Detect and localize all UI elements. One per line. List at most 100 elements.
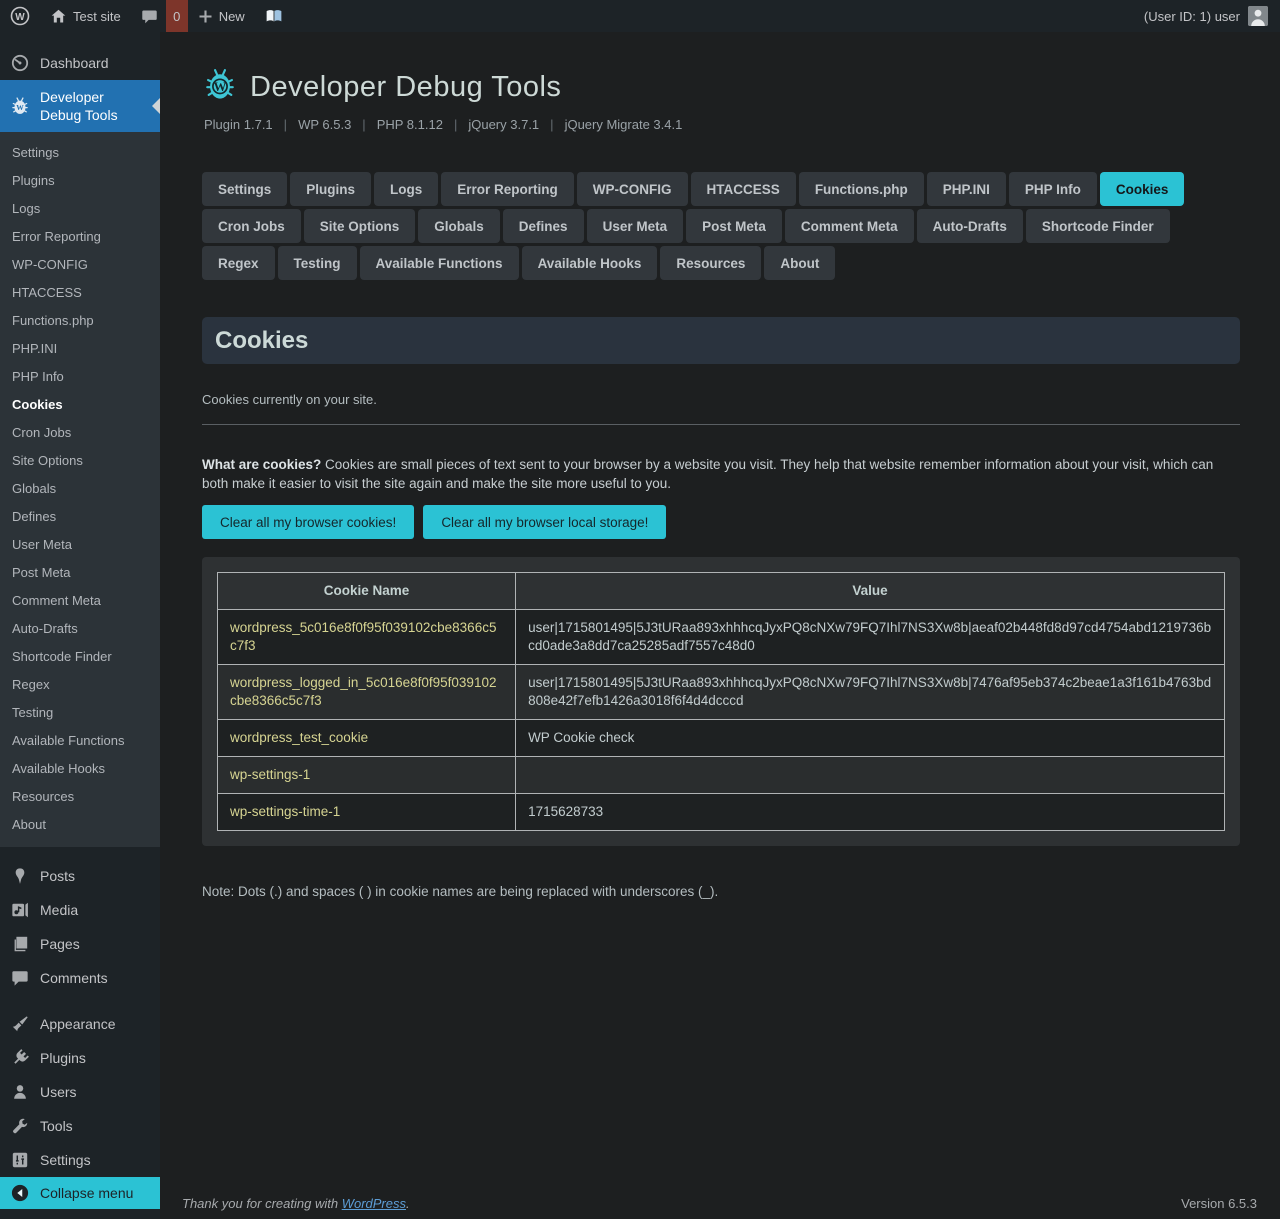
sidebar-item-logs[interactable]: Logs: [0, 195, 160, 223]
cookie-name-cell: wordpress_test_cookie: [218, 720, 516, 757]
dashboard-icon: [10, 53, 30, 73]
sidebar-item-regex[interactable]: Regex: [0, 671, 160, 699]
tab-available-functions[interactable]: Available Functions: [360, 246, 519, 280]
footer-thanks-prefix: Thank you for creating with: [182, 1196, 342, 1211]
sidebar-item-auto-drafts[interactable]: Auto-Drafts: [0, 615, 160, 643]
comment-bubble-icon: [141, 8, 158, 25]
sidebar-item-php-info[interactable]: PHP Info: [0, 363, 160, 391]
tab-php-ini[interactable]: PHP.INI: [927, 172, 1006, 206]
sidebar-item-available-functions[interactable]: Available Functions: [0, 727, 160, 755]
sidebar-item-tools[interactable]: Tools: [0, 1109, 160, 1143]
sidebar-item-settings[interactable]: Settings: [0, 1143, 160, 1177]
docs-menu[interactable]: [255, 0, 293, 32]
sidebar-item-posts[interactable]: Posts: [0, 859, 160, 893]
comments-count-badge: 0: [166, 0, 188, 32]
collapse-menu-button[interactable]: Collapse menu: [0, 1177, 160, 1209]
tab-resources[interactable]: Resources: [660, 246, 761, 280]
tab-wp-config[interactable]: WP-CONFIG: [577, 172, 688, 206]
sidebar-item-cron-jobs[interactable]: Cron Jobs: [0, 419, 160, 447]
tab-defines[interactable]: Defines: [503, 209, 584, 243]
sidebar-item-developer-debug-tools[interactable]: W Developer Debug Tools: [0, 80, 160, 132]
comments-menu[interactable]: 0: [131, 0, 188, 32]
sidebar-item-appearance[interactable]: Appearance: [0, 1007, 160, 1041]
sidebar-item-comment-meta[interactable]: Comment Meta: [0, 587, 160, 615]
tab-cron-jobs[interactable]: Cron Jobs: [202, 209, 301, 243]
panel-subtitle: Cookies currently on your site.: [202, 392, 1240, 407]
sidebar-item-shortcode-finder[interactable]: Shortcode Finder: [0, 643, 160, 671]
tab-htaccess[interactable]: HTACCESS: [691, 172, 796, 206]
wordpress-logo-menu[interactable]: W: [0, 0, 40, 32]
tab-comment-meta[interactable]: Comment Meta: [785, 209, 914, 243]
cookies-table-card: Cookie NameValue wordpress_5c016e8f0f95f…: [202, 557, 1240, 846]
tab-auto-drafts[interactable]: Auto-Drafts: [917, 209, 1023, 243]
comments-icon: [10, 968, 30, 988]
tab-php-info[interactable]: PHP Info: [1009, 172, 1097, 206]
account-menu[interactable]: (User ID: 1) user: [1132, 0, 1280, 32]
plugin-submenu: SettingsPluginsLogsError ReportingWP-CON…: [0, 132, 160, 847]
button-row: Clear all my browser cookies! Clear all …: [202, 505, 1240, 539]
clear-cookies-button[interactable]: Clear all my browser cookies!: [202, 505, 414, 539]
new-menu[interactable]: New: [188, 0, 255, 32]
wordpress-link[interactable]: WordPress: [342, 1196, 406, 1211]
table-row: wordpress_test_cookieWP Cookie check: [218, 720, 1225, 757]
sidebar-item-media[interactable]: Media: [0, 893, 160, 927]
tab-shortcode-finder[interactable]: Shortcode Finder: [1026, 209, 1170, 243]
sidebar-item-functions-php[interactable]: Functions.php: [0, 307, 160, 335]
sidebar-item-cookies[interactable]: Cookies: [0, 391, 160, 419]
admin-bar: W Test site 0 New (User ID: 1) user: [0, 0, 1280, 32]
site-name-menu[interactable]: Test site: [40, 0, 131, 32]
footer-thanks-suffix: .: [406, 1196, 410, 1211]
sidebar-item-dashboard[interactable]: Dashboard: [0, 46, 160, 80]
tab-user-meta[interactable]: User Meta: [587, 209, 684, 243]
sidebar-item-defines[interactable]: Defines: [0, 503, 160, 531]
sidebar-item-testing[interactable]: Testing: [0, 699, 160, 727]
tab-cookies[interactable]: Cookies: [1100, 172, 1185, 206]
pin-icon: [10, 866, 30, 886]
footer: Thank you for creating with WordPress. V…: [182, 1196, 1257, 1211]
plus-icon: [198, 9, 213, 24]
sidebar-item-htaccess[interactable]: HTACCESS: [0, 279, 160, 307]
tab-plugins[interactable]: Plugins: [290, 172, 371, 206]
sidebar-item-wp-config[interactable]: WP-CONFIG: [0, 251, 160, 279]
collapse-arrow-icon: [10, 1183, 30, 1203]
page-title: Developer Debug Tools: [250, 71, 561, 104]
sidebar-item-post-meta[interactable]: Post Meta: [0, 559, 160, 587]
clear-local-storage-button[interactable]: Clear all my browser local storage!: [423, 505, 666, 539]
menu-separator: [0, 847, 160, 859]
cookie-value-cell: WP Cookie check: [516, 720, 1225, 757]
tab-about[interactable]: About: [764, 246, 835, 280]
meta-item: jQuery 3.7.1: [466, 117, 541, 132]
sidebar-item-available-hooks[interactable]: Available Hooks: [0, 755, 160, 783]
tab-post-meta[interactable]: Post Meta: [686, 209, 782, 243]
sidebar-item-error-reporting[interactable]: Error Reporting: [0, 223, 160, 251]
sidebar-item-resources[interactable]: Resources: [0, 783, 160, 811]
sidebar-item-settings[interactable]: Settings: [0, 139, 160, 167]
plugin-meta: Plugin 1.7.1|WP 6.5.3|PHP 8.1.12|jQuery …: [202, 117, 1240, 132]
tab-testing[interactable]: Testing: [278, 246, 357, 280]
sidebar-item-user-meta[interactable]: User Meta: [0, 531, 160, 559]
tab-error-reporting[interactable]: Error Reporting: [441, 172, 574, 206]
tab-regex[interactable]: Regex: [202, 246, 275, 280]
sidebar-item-comments[interactable]: Comments: [0, 961, 160, 995]
tab-functions-php[interactable]: Functions.php: [799, 172, 924, 206]
tab-site-options[interactable]: Site Options: [304, 209, 416, 243]
sidebar-item-pages[interactable]: Pages: [0, 927, 160, 961]
sidebar-item-site-options[interactable]: Site Options: [0, 447, 160, 475]
sidebar-item-globals[interactable]: Globals: [0, 475, 160, 503]
tab-row: Cron JobsSite OptionsGlobalsDefinesUser …: [202, 209, 1240, 246]
sidebar-item-users[interactable]: Users: [0, 1075, 160, 1109]
settings-icon: [10, 1150, 30, 1170]
tab-globals[interactable]: Globals: [418, 209, 500, 243]
tab-settings[interactable]: Settings: [202, 172, 287, 206]
tab-logs[interactable]: Logs: [374, 172, 438, 206]
table-row: wp-settings-1: [218, 757, 1225, 794]
sidebar-item-plugins[interactable]: Plugins: [0, 167, 160, 195]
sidebar-item-about[interactable]: About: [0, 811, 160, 839]
sidebar-item-plugins[interactable]: Plugins: [0, 1041, 160, 1075]
cookies-description: What are cookies? Cookies are small piec…: [202, 455, 1240, 493]
tab-available-hooks[interactable]: Available Hooks: [522, 246, 658, 280]
home-icon: [50, 8, 67, 25]
sidebar-item-php-ini[interactable]: PHP.INI: [0, 335, 160, 363]
footer-thanks: Thank you for creating with WordPress.: [182, 1196, 410, 1211]
book-icon: [265, 8, 283, 24]
